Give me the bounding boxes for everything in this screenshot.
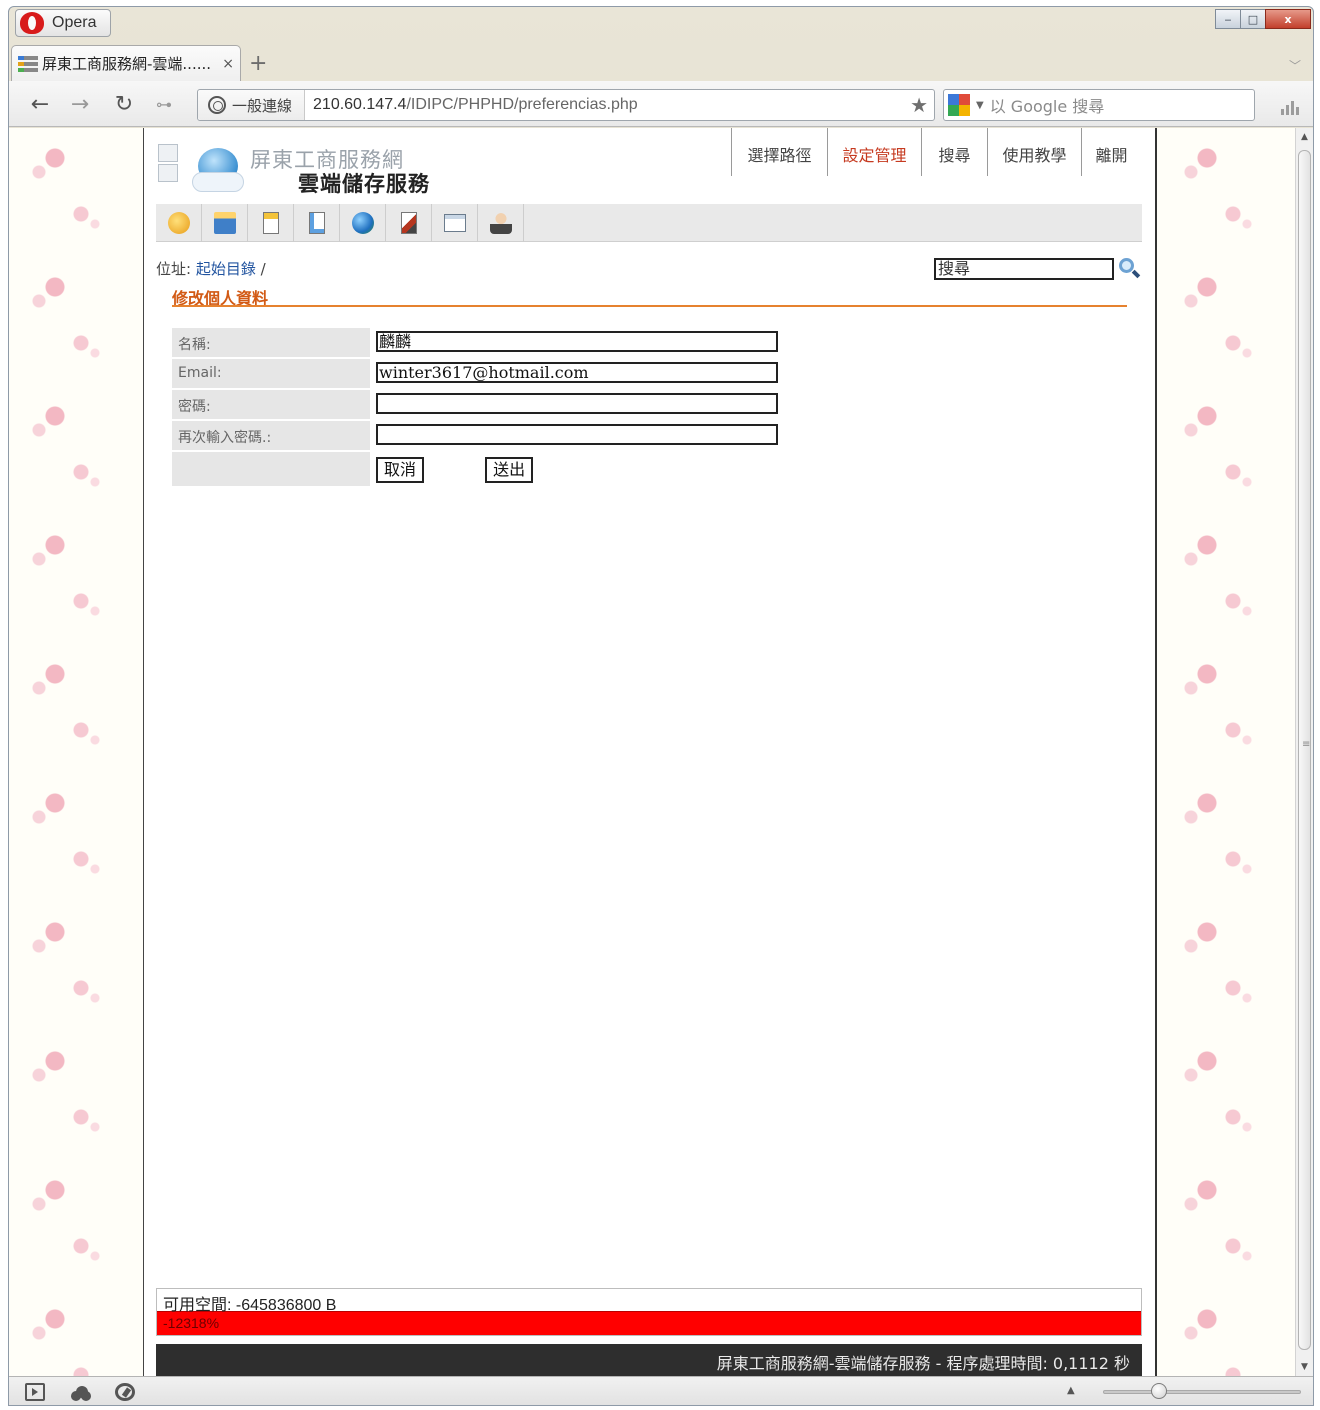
- nav-settings[interactable]: 設定管理: [827, 128, 921, 176]
- close-window-button[interactable]: x: [1265, 9, 1311, 29]
- vertical-scrollbar[interactable]: ▲ ≡ ▼: [1295, 128, 1313, 1376]
- url-host: 210.60.147.4: [313, 96, 407, 113]
- email-label: Email:: [172, 359, 370, 390]
- cancel-button[interactable]: 取消: [376, 457, 425, 483]
- turbo-cloud-icon[interactable]: [69, 1383, 93, 1401]
- breadcrumb-separator: /: [260, 260, 266, 278]
- tab-title: 屏東工商服務網-雲端......: [42, 55, 212, 73]
- key-icon[interactable]: ⊶: [149, 89, 179, 119]
- page-container: 屏東工商服務網 雲端儲存服務 選擇路徑 設定管理 搜尋 使用教學 離開 位址: …: [143, 128, 1157, 1376]
- site-subtitle: 雲端儲存服務: [298, 172, 430, 196]
- section-divider: [172, 305, 1127, 307]
- user-button[interactable]: [478, 204, 524, 242]
- nav-select-path[interactable]: 選擇路徑: [731, 128, 827, 176]
- globe-icon: [208, 96, 226, 114]
- form-row-name: 名稱: 麟麟: [172, 328, 778, 359]
- url-text[interactable]: 210.60.147.4/IDIPC/PHPHD/preferencias.ph…: [305, 96, 910, 114]
- file-toolbar: [156, 204, 1142, 242]
- upload-icon: [308, 212, 325, 234]
- email-field[interactable]: winter3617@hotmail.com: [376, 362, 778, 383]
- zoom-slider-handle[interactable]: [1151, 1383, 1167, 1399]
- new-file-icon: [262, 212, 279, 234]
- maximize-button[interactable]: □: [1240, 9, 1266, 29]
- nav-logout[interactable]: 離開: [1081, 128, 1141, 176]
- page-search-input[interactable]: 搜尋: [934, 258, 1114, 280]
- window-icon: [443, 214, 466, 232]
- quota-bar: -12318%: [157, 1311, 1141, 1335]
- security-badge[interactable]: 一般連線: [198, 90, 306, 120]
- opera-menu-label: Opera: [52, 14, 97, 31]
- form-row-password: 密碼:: [172, 390, 778, 421]
- panel-toggle-icon[interactable]: [25, 1383, 45, 1401]
- browser-tab[interactable]: 屏東工商服務網-雲端...... ×: [11, 45, 241, 81]
- profile-form: 名稱: 麟麟 Email: winter3617@hotmail.com 密碼:…: [172, 328, 778, 488]
- status-bar: ▲: [9, 1376, 1313, 1405]
- browser-search-placeholder: 以 Google 搜尋: [989, 97, 1105, 116]
- forward-arrow-icon[interactable]: →: [65, 89, 95, 119]
- search-icon[interactable]: [1119, 258, 1141, 280]
- new-tab-button[interactable]: +: [249, 51, 267, 76]
- window-controls: ‒ □ x: [1215, 9, 1311, 29]
- cloud-logo-icon: [192, 146, 244, 194]
- name-field[interactable]: 麟麟: [376, 331, 778, 352]
- expand-collapse-icon[interactable]: [158, 144, 180, 184]
- new-file-button[interactable]: [248, 204, 294, 242]
- minimize-button[interactable]: ‒: [1215, 9, 1241, 29]
- actions-label-cell: [172, 452, 370, 488]
- breadcrumb-root-link[interactable]: 起始目錄: [196, 260, 256, 278]
- storage-quota: 可用空間: -645836800 B -12318%: [156, 1288, 1142, 1336]
- nav-search[interactable]: 搜尋: [921, 128, 987, 176]
- file-manager-icon: [400, 212, 417, 234]
- opera-menu-button[interactable]: Opera: [15, 9, 111, 37]
- top-navigation: 選擇路徑 設定管理 搜尋 使用教學 離開: [731, 128, 1141, 176]
- page-footer: 屏東工商服務網-雲端儲存服務 - 程序處理時間: 0,1112 秒: [156, 1344, 1142, 1376]
- password-label: 密碼:: [172, 390, 370, 421]
- google-icon: [948, 94, 970, 116]
- opera-logo-icon: [20, 12, 44, 34]
- url-path: /IDIPC/PHPHD/preferencias.php: [406, 96, 638, 113]
- bookmark-star-icon[interactable]: ★: [910, 93, 934, 117]
- speed-icon[interactable]: [115, 1383, 135, 1401]
- scroll-up-icon[interactable]: ▲: [1296, 128, 1313, 146]
- confirm-password-label: 再次輸入密碼.:: [172, 421, 370, 452]
- breadcrumb: 位址: 起始目錄 /: [156, 258, 266, 279]
- reload-icon[interactable]: ↻: [109, 89, 139, 119]
- tab-close-icon[interactable]: ×: [222, 56, 234, 72]
- upload-button[interactable]: [294, 204, 340, 242]
- form-row-confirm: 再次輸入密碼.:: [172, 421, 778, 452]
- window-button[interactable]: [432, 204, 478, 242]
- location-label: 位址:: [156, 260, 192, 278]
- file-manager-button[interactable]: [386, 204, 432, 242]
- password-field[interactable]: [376, 393, 778, 414]
- tab-favicon-icon: [18, 55, 38, 73]
- zoom-reset-icon[interactable]: ▲: [1067, 1385, 1075, 1396]
- security-label: 一般連線: [232, 96, 293, 115]
- address-bar[interactable]: 一般連線 210.60.147.4/IDIPC/PHPHD/preferenci…: [197, 89, 935, 121]
- go-up-icon: [167, 212, 190, 234]
- browser-window: Opera ‒ □ x 屏東工商服務網-雲端...... × + ﹀ ← → ↻…: [8, 6, 1314, 1406]
- go-up-button[interactable]: [156, 204, 202, 242]
- quota-text: 可用空間: -645836800 B: [163, 1297, 337, 1314]
- tab-list-chevron-icon[interactable]: ﹀: [1289, 57, 1301, 74]
- browser-toolbar: ← → ↻ ⊶ 一般連線 210.60.147.4/IDIPC/PHPHD/pr…: [9, 81, 1313, 127]
- new-folder-icon: [213, 212, 236, 234]
- back-arrow-icon[interactable]: ←: [25, 89, 55, 119]
- user-icon: [489, 212, 512, 234]
- page-viewport: 屏東工商服務網 雲端儲存服務 選擇路徑 設定管理 搜尋 使用教學 離開 位址: …: [9, 128, 1297, 1376]
- scroll-down-icon[interactable]: ▼: [1296, 1358, 1313, 1376]
- confirm-password-field[interactable]: [376, 424, 778, 445]
- browser-search-box[interactable]: ▼ 以 Google 搜尋: [943, 89, 1255, 121]
- submit-button[interactable]: 送出: [485, 457, 534, 483]
- search-engine-chevron-icon[interactable]: ▼: [976, 100, 984, 111]
- name-label: 名稱:: [172, 328, 370, 359]
- scroll-thumb[interactable]: ≡: [1298, 150, 1311, 1350]
- globe-icon: [351, 212, 374, 234]
- nav-tutorial[interactable]: 使用教學: [987, 128, 1081, 176]
- new-folder-button[interactable]: [202, 204, 248, 242]
- zoom-slider[interactable]: [1103, 1390, 1301, 1394]
- web-button[interactable]: [340, 204, 386, 242]
- form-row-actions: 取消 送出: [172, 452, 778, 488]
- speed-dial-icon[interactable]: [1281, 101, 1299, 115]
- form-row-email: Email: winter3617@hotmail.com: [172, 359, 778, 390]
